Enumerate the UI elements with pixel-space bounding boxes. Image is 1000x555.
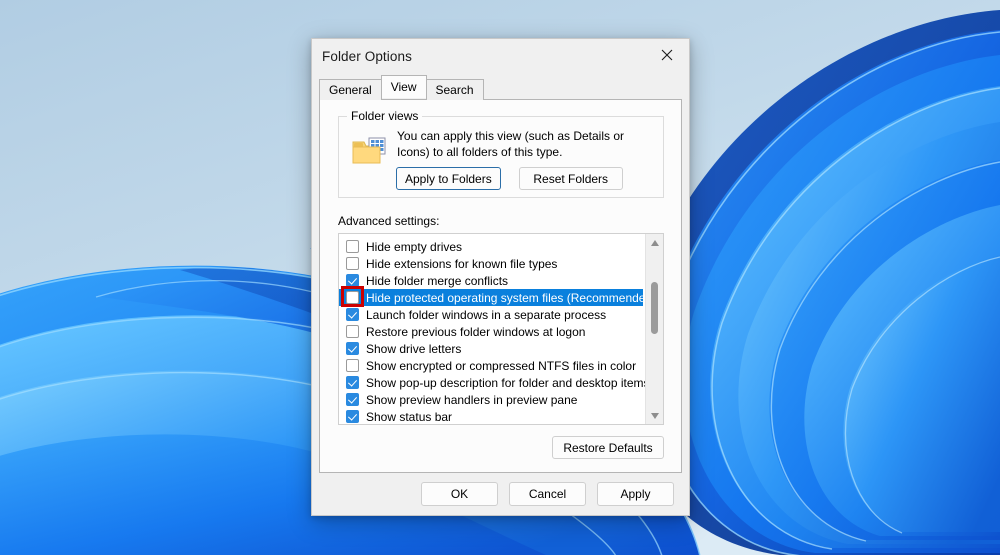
setting-checkbox[interactable] <box>346 393 359 406</box>
setting-checkbox[interactable] <box>346 325 359 338</box>
dialog-footer: OK Cancel Apply <box>312 473 689 515</box>
list-item-label: Show drive letters <box>366 341 462 356</box>
restore-defaults-button[interactable]: Restore Defaults <box>552 436 664 459</box>
folder-views-buttons: Apply to Folders Reset Folders <box>396 167 623 190</box>
folder-views-legend: Folder views <box>347 109 423 123</box>
list-item-label: Show encrypted or compressed NTFS files … <box>366 358 637 373</box>
apply-button[interactable]: Apply <box>597 482 674 506</box>
setting-checkbox[interactable] <box>346 359 359 372</box>
list-item[interactable]: Hide folder merge conflicts <box>339 272 645 289</box>
tab-strip: General View Search <box>319 75 689 100</box>
scroll-down-arrow-icon[interactable] <box>646 407 663 424</box>
list-item[interactable]: Restore previous folder windows at logon <box>339 323 645 340</box>
folder-views-description: You can apply this view (such as Details… <box>397 129 625 159</box>
list-item-label: Hide protected operating system files (R… <box>366 290 645 305</box>
list-item-label: Launch folder windows in a separate proc… <box>366 307 607 322</box>
setting-checkbox[interactable] <box>346 291 359 304</box>
tab-general[interactable]: General <box>319 79 382 100</box>
scrollbar-thumb[interactable] <box>651 282 658 335</box>
setting-checkbox[interactable] <box>346 410 359 423</box>
tab-view[interactable]: View <box>380 75 427 98</box>
cancel-button[interactable]: Cancel <box>509 482 586 506</box>
list-item-label: Hide extensions for known file types <box>366 256 558 271</box>
advanced-settings-label: Advanced settings: <box>338 214 440 228</box>
scroll-up-arrow-icon[interactable] <box>646 234 663 251</box>
setting-checkbox[interactable] <box>346 240 359 253</box>
dialog-title: Folder Options <box>322 48 412 64</box>
setting-checkbox[interactable] <box>346 342 359 355</box>
folder-views-group: Folder views You can apply this view (su… <box>338 109 664 198</box>
folder-details-view-icon <box>352 134 388 166</box>
setting-checkbox[interactable] <box>346 376 359 389</box>
setting-checkbox[interactable] <box>346 257 359 270</box>
listbox-scrollbar[interactable] <box>645 234 663 424</box>
list-item[interactable]: Show preview handlers in preview pane <box>339 391 645 408</box>
list-item-label: Show status bar <box>366 409 453 424</box>
close-icon[interactable] <box>645 39 689 71</box>
tab-search[interactable]: Search <box>425 79 484 100</box>
view-tab-panel: Folder views You can apply this view (su… <box>319 99 682 473</box>
list-item[interactable]: Hide extensions for known file types <box>339 255 645 272</box>
list-item[interactable]: Hide empty drives <box>339 238 645 255</box>
advanced-settings-listbox[interactable]: Hide empty drives Hide extensions for kno… <box>338 233 664 425</box>
advanced-settings-items: Hide empty drives Hide extensions for kno… <box>339 234 645 424</box>
ok-button[interactable]: OK <box>421 482 498 506</box>
reset-folders-button[interactable]: Reset Folders <box>518 167 623 190</box>
list-item[interactable]: Show encrypted or compressed NTFS files … <box>339 357 645 374</box>
dialog-titlebar: Folder Options <box>312 39 689 73</box>
list-item[interactable]: Hide protected operating system files (R… <box>339 286 645 307</box>
apply-to-folders-button[interactable]: Apply to Folders <box>396 167 501 190</box>
list-item[interactable]: Show drive letters <box>339 340 645 357</box>
list-item-label: Hide folder merge conflicts <box>366 273 509 288</box>
list-item-label: Show pop-up description for folder and d… <box>366 375 645 390</box>
list-item-label: Show preview handlers in preview pane <box>366 392 578 407</box>
folder-options-dialog: Folder Options General View Search Folde… <box>311 38 690 516</box>
list-item[interactable]: Show pop-up description for folder and d… <box>339 374 645 391</box>
list-item-label: Restore previous folder windows at logon <box>366 324 586 339</box>
setting-checkbox[interactable] <box>346 274 359 287</box>
list-item[interactable]: Show status bar <box>339 408 645 424</box>
list-item[interactable]: Launch folder windows in a separate proc… <box>339 306 645 323</box>
setting-checkbox[interactable] <box>346 308 359 321</box>
list-item-label: Hide empty drives <box>366 239 463 254</box>
